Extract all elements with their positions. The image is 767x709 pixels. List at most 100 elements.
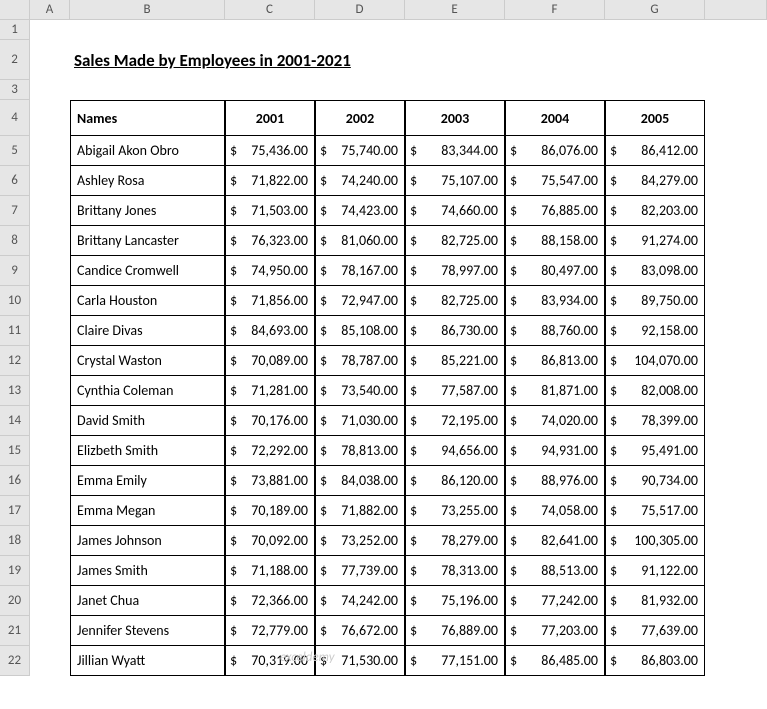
cell-gutter[interactable] [30, 406, 70, 436]
table-cell-value[interactable]: $78,399.00 [605, 406, 705, 436]
cell-gutter[interactable] [30, 556, 70, 586]
table-cell-value[interactable]: $88,513.00 [505, 556, 605, 586]
cell-empty[interactable] [705, 256, 767, 286]
row-header-19[interactable]: 19 [0, 556, 30, 586]
table-header-year[interactable]: 2001 [225, 100, 315, 136]
cell-empty[interactable] [705, 226, 767, 256]
table-cell-value[interactable]: $82,641.00 [505, 526, 605, 556]
row-header-6[interactable]: 6 [0, 166, 30, 196]
cell-gutter[interactable] [30, 436, 70, 466]
cell-empty[interactable] [705, 646, 767, 676]
table-cell-name[interactable]: Candice Cromwell [70, 256, 225, 286]
cell-gutter[interactable] [30, 376, 70, 406]
table-cell-value[interactable]: $77,203.00 [505, 616, 605, 646]
cell-gutter[interactable] [30, 196, 70, 226]
row-header-20[interactable]: 20 [0, 586, 30, 616]
table-cell-value[interactable]: $76,889.00 [405, 616, 505, 646]
cell-gutter[interactable] [30, 466, 70, 496]
column-header-B[interactable]: B [70, 0, 225, 20]
table-cell-value[interactable]: $86,803.00 [605, 646, 705, 676]
table-cell-value[interactable]: $81,932.00 [605, 586, 705, 616]
table-cell-value[interactable]: $76,672.00 [315, 616, 405, 646]
row-header-17[interactable]: 17 [0, 496, 30, 526]
row-header-21[interactable]: 21 [0, 616, 30, 646]
table-cell-value[interactable]: $77,739.00 [315, 556, 405, 586]
table-cell-value[interactable]: $71,030.00 [315, 406, 405, 436]
table-cell-value[interactable]: $73,252.00 [315, 526, 405, 556]
cell-empty[interactable] [70, 20, 225, 40]
cell-empty[interactable] [705, 316, 767, 346]
row-header-5[interactable]: 5 [0, 136, 30, 166]
cell-empty[interactable] [705, 436, 767, 466]
table-cell-value[interactable]: $85,221.00 [405, 346, 505, 376]
table-cell-name[interactable]: Janet Chua [70, 586, 225, 616]
cell-empty[interactable] [30, 20, 70, 40]
table-cell-value[interactable]: $88,760.00 [505, 316, 605, 346]
cell-empty[interactable] [705, 166, 767, 196]
table-cell-value[interactable]: $71,503.00 [225, 196, 315, 226]
table-cell-value[interactable]: $78,313.00 [405, 556, 505, 586]
table-cell-value[interactable]: $86,730.00 [405, 316, 505, 346]
cell-gutter[interactable] [30, 346, 70, 376]
cell-empty[interactable] [405, 20, 505, 40]
table-cell-value[interactable]: $91,122.00 [605, 556, 705, 586]
table-cell-value[interactable]: $71,882.00 [315, 496, 405, 526]
table-cell-value[interactable]: $82,008.00 [605, 376, 705, 406]
cell-gutter[interactable] [30, 586, 70, 616]
table-cell-value[interactable]: $100,305.00 [605, 526, 705, 556]
table-cell-value[interactable]: $82,725.00 [405, 226, 505, 256]
table-cell-name[interactable]: Emma Megan [70, 496, 225, 526]
table-cell-name[interactable]: Jennifer Stevens [70, 616, 225, 646]
table-cell-value[interactable]: $90,734.00 [605, 466, 705, 496]
column-header-F[interactable]: F [505, 0, 605, 20]
table-cell-value[interactable]: $73,255.00 [405, 496, 505, 526]
table-cell-value[interactable]: $84,038.00 [315, 466, 405, 496]
cell-empty[interactable] [705, 466, 767, 496]
cell-gutter[interactable] [30, 136, 70, 166]
row-header-3[interactable]: 3 [0, 80, 30, 100]
table-cell-value[interactable]: $78,813.00 [315, 436, 405, 466]
table-cell-value[interactable]: $74,660.00 [405, 196, 505, 226]
cell-empty[interactable] [705, 136, 767, 166]
table-header-year[interactable]: 2002 [315, 100, 405, 136]
cell-empty[interactable] [605, 80, 705, 100]
table-cell-value[interactable]: $70,319.00 [225, 646, 315, 676]
table-cell-name[interactable]: Claire Divas [70, 316, 225, 346]
column-header-D[interactable]: D [315, 0, 405, 20]
table-cell-value[interactable]: $77,587.00 [405, 376, 505, 406]
table-cell-value[interactable]: $75,740.00 [315, 136, 405, 166]
table-cell-name[interactable]: Abigail Akon Obro [70, 136, 225, 166]
cell-empty[interactable] [705, 100, 767, 136]
table-cell-value[interactable]: $72,947.00 [315, 286, 405, 316]
cell-empty[interactable] [705, 556, 767, 586]
table-cell-value[interactable]: $83,098.00 [605, 256, 705, 286]
cell-empty[interactable] [505, 80, 605, 100]
table-cell-value[interactable]: $74,020.00 [505, 406, 605, 436]
table-cell-value[interactable]: $77,639.00 [605, 616, 705, 646]
cell-gutter[interactable] [30, 226, 70, 256]
table-cell-value[interactable]: $83,934.00 [505, 286, 605, 316]
cell-empty[interactable] [705, 496, 767, 526]
table-cell-value[interactable]: $75,196.00 [405, 586, 505, 616]
table-cell-value[interactable]: $71,856.00 [225, 286, 315, 316]
cell-empty[interactable] [705, 346, 767, 376]
select-all-corner[interactable] [0, 0, 30, 20]
cell-empty[interactable] [705, 196, 767, 226]
table-cell-value[interactable]: $94,656.00 [405, 436, 505, 466]
row-header-4[interactable]: 4 [0, 100, 30, 136]
table-cell-name[interactable]: Carla Houston [70, 286, 225, 316]
row-header-16[interactable]: 16 [0, 466, 30, 496]
table-cell-value[interactable]: $72,779.00 [225, 616, 315, 646]
cell-empty[interactable] [405, 80, 505, 100]
table-cell-name[interactable]: Elizbeth Smith [70, 436, 225, 466]
table-cell-name[interactable]: Jillian Wyatt [70, 646, 225, 676]
cell-gutter[interactable] [30, 646, 70, 676]
table-cell-name[interactable]: Brittany Lancaster [70, 226, 225, 256]
table-cell-value[interactable]: $78,787.00 [315, 346, 405, 376]
table-cell-value[interactable]: $83,344.00 [405, 136, 505, 166]
table-header-year[interactable]: 2004 [505, 100, 605, 136]
cell-gutter[interactable] [30, 616, 70, 646]
cell-empty[interactable] [505, 20, 605, 40]
row-header-1[interactable]: 1 [0, 20, 30, 40]
table-cell-value[interactable]: $86,120.00 [405, 466, 505, 496]
